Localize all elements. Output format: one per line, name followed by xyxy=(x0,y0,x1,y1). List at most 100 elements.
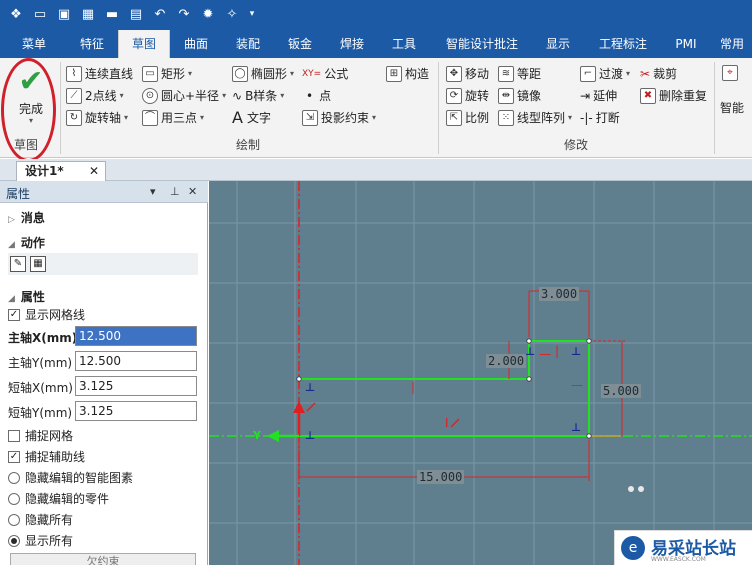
chevron-down-icon[interactable]: ▾ xyxy=(150,185,156,198)
ellipse-icon: ◯ xyxy=(232,66,248,82)
snap-aux-label: 捕捉辅助线 xyxy=(25,450,86,464)
snap-aux-checkbox[interactable]: ✓ 捕捉辅助线 xyxy=(8,448,85,465)
section-messages-label: 消息 xyxy=(20,211,45,225)
rotate-axis-button[interactable]: ↻ 旋转轴 ▾ xyxy=(66,108,128,128)
construct-button[interactable]: ⊞ 构造 xyxy=(386,64,429,84)
sketch-canvas[interactable]: ⊥ ⊥ ⊥ ⊥ ⊥ | I — — | 3.000 2.000 5.000 15.000 Y xyxy=(209,181,752,565)
smart-button[interactable]: 智能 xyxy=(720,98,744,118)
hide-part-radio[interactable]: 隐藏编辑的零件 xyxy=(8,490,109,507)
section-messages[interactable]: ▷ 消息 xyxy=(8,209,45,226)
tab-feature[interactable]: 特征 xyxy=(68,30,116,58)
section-action[interactable]: ◢ 动作 xyxy=(8,234,45,251)
major-y-input[interactable] xyxy=(75,351,197,371)
polyline-button[interactable]: ⌇ 连续直线 xyxy=(66,64,133,84)
tab-pmi[interactable]: PMI xyxy=(664,30,708,58)
app-logo-icon[interactable]: ❖ xyxy=(8,6,24,22)
rectangle-button[interactable]: ▭ 矩形 ▾ xyxy=(142,64,192,84)
table-action-icon[interactable]: ▦ xyxy=(30,256,46,272)
new-file-icon[interactable]: ▭ xyxy=(32,6,48,22)
move-label: 移动 xyxy=(465,67,490,81)
pin-icon[interactable]: ⊥ xyxy=(170,185,180,198)
under-constrained-button[interactable]: 欠约束 xyxy=(10,553,196,565)
dimension-right[interactable]: 5.000 xyxy=(601,384,642,398)
rotate-icon: ⟳ xyxy=(446,88,462,104)
linear-pattern-button[interactable]: ⁙ 线型阵列 ▾ xyxy=(498,108,572,128)
tab-welding[interactable]: 焊接 xyxy=(328,30,376,58)
delete-duplicate-button[interactable]: ✖ 删除重复 xyxy=(640,86,707,106)
close-icon[interactable]: ✕ xyxy=(89,162,99,180)
pattern-icon: ⁙ xyxy=(498,110,514,126)
tab-common[interactable]: 常用 xyxy=(712,30,752,58)
show-all-radio[interactable]: 显示所有 xyxy=(8,532,73,549)
tab-menu[interactable]: 菜单 xyxy=(10,30,58,58)
rotate-button[interactable]: ⟳ 旋转 xyxy=(446,86,489,106)
sparkle-icon[interactable]: ✧ xyxy=(224,6,240,22)
redo-icon[interactable]: ↷ xyxy=(176,6,192,22)
minor-x-input[interactable] xyxy=(75,376,197,396)
snap-grid-checkbox[interactable]: 捕捉网格 xyxy=(8,427,73,444)
chevron-down-icon: ▾ xyxy=(290,69,295,78)
settings-gear-icon[interactable]: ✹ xyxy=(200,6,216,22)
tab-engineering-dim[interactable]: 工程标注 xyxy=(590,30,656,58)
tab-surface[interactable]: 曲面 xyxy=(172,30,220,58)
scale-icon: ⇱ xyxy=(446,110,462,126)
minor-y-input[interactable] xyxy=(75,401,197,421)
hide-smart-radio[interactable]: 隐藏编辑的智能图素 xyxy=(8,469,133,486)
tab-tools[interactable]: 工具 xyxy=(380,30,428,58)
document-tab[interactable]: 设计1* ✕ xyxy=(16,161,106,181)
move-button[interactable]: ✥ 移动 xyxy=(446,64,489,84)
major-x-input[interactable] xyxy=(75,326,197,346)
offset-button[interactable]: ≋ 等距 xyxy=(498,64,541,84)
svg-text:⊥: ⊥ xyxy=(571,421,581,434)
project-constraint-button[interactable]: ⇲ 投影约束 ▾ xyxy=(302,108,376,128)
document-tab-label: 设计1* xyxy=(25,164,64,178)
tab-assembly[interactable]: 装配 xyxy=(224,30,272,58)
svg-text:⊥: ⊥ xyxy=(525,345,535,358)
svg-text:⊥: ⊥ xyxy=(571,345,581,358)
polyline-icon: ⌇ xyxy=(66,66,82,82)
mirror-button[interactable]: ⇹ 镜像 xyxy=(498,86,541,106)
save-icon[interactable]: ▤ xyxy=(128,6,144,22)
scissors-icon: ✂ xyxy=(640,67,651,81)
svg-text:—: — xyxy=(571,378,583,392)
hide-part-label: 隐藏编辑的零件 xyxy=(25,492,110,506)
hide-all-radio[interactable]: 隐藏所有 xyxy=(8,511,73,528)
extend-button[interactable]: ⇥ 延伸 xyxy=(580,86,617,106)
customize-dropdown-icon[interactable]: ▾ xyxy=(244,6,260,22)
show-grid-checkbox[interactable]: ✓ 显示网格线 xyxy=(8,306,85,323)
snap-grid-label: 捕捉网格 xyxy=(25,429,74,443)
folder-icon[interactable]: ▬ xyxy=(104,6,120,22)
close-icon[interactable]: ✕ xyxy=(188,185,197,198)
section-attributes[interactable]: ◢ 属性 xyxy=(8,288,45,305)
bspline-button[interactable]: ∿ B样条 ▾ xyxy=(232,86,284,106)
scale-button[interactable]: ⇱ 比例 xyxy=(446,108,489,128)
trim-button[interactable]: ✂ 裁剪 xyxy=(640,64,677,84)
svg-text:|: | xyxy=(555,344,559,358)
print-icon[interactable]: ▦ xyxy=(80,6,96,22)
three-point-arc-button[interactable]: ⌒ 用三点 ▾ xyxy=(142,108,204,128)
collapse-icon: ◢ xyxy=(8,294,15,304)
dimension-left[interactable]: 2.000 xyxy=(486,354,527,368)
point-button[interactable]: • 点 xyxy=(306,86,331,106)
center-radius-button[interactable]: ⊙ 圆心+半径 ▾ xyxy=(142,86,226,106)
formula-button[interactable]: XY= 公式 xyxy=(302,64,348,84)
dimension-top[interactable]: 3.000 xyxy=(539,287,580,301)
smart-tool-icon[interactable]: ⌖ xyxy=(722,62,752,84)
fillet-button[interactable]: ⌐ 过渡 ▾ xyxy=(580,64,630,84)
break-button[interactable]: -|- 打断 xyxy=(580,108,620,128)
dimension-bottom[interactable]: 15.000 xyxy=(417,470,465,484)
tab-display[interactable]: 显示 xyxy=(536,30,580,58)
expand-icon: ▷ xyxy=(8,215,15,225)
tab-smart-annotation[interactable]: 智能设计批注 xyxy=(436,30,528,58)
chevron-down-icon: ▾ xyxy=(626,69,631,78)
edit-action-icon[interactable]: ✎ xyxy=(10,256,26,272)
svg-text:—: — xyxy=(539,347,551,361)
text-button[interactable]: A 文字 xyxy=(232,108,271,128)
open-file-icon[interactable]: ▣ xyxy=(56,6,72,22)
ellipse-button[interactable]: ◯ 椭圆形 ▾ xyxy=(232,64,294,84)
two-point-line-button[interactable]: ⟋ 2点线 ▾ xyxy=(66,86,124,106)
tab-sheet-metal[interactable]: 钣金 xyxy=(276,30,324,58)
undo-icon[interactable]: ↶ xyxy=(152,6,168,22)
tab-sketch[interactable]: 草图 xyxy=(118,30,170,58)
break-icon: -|- xyxy=(580,111,593,125)
